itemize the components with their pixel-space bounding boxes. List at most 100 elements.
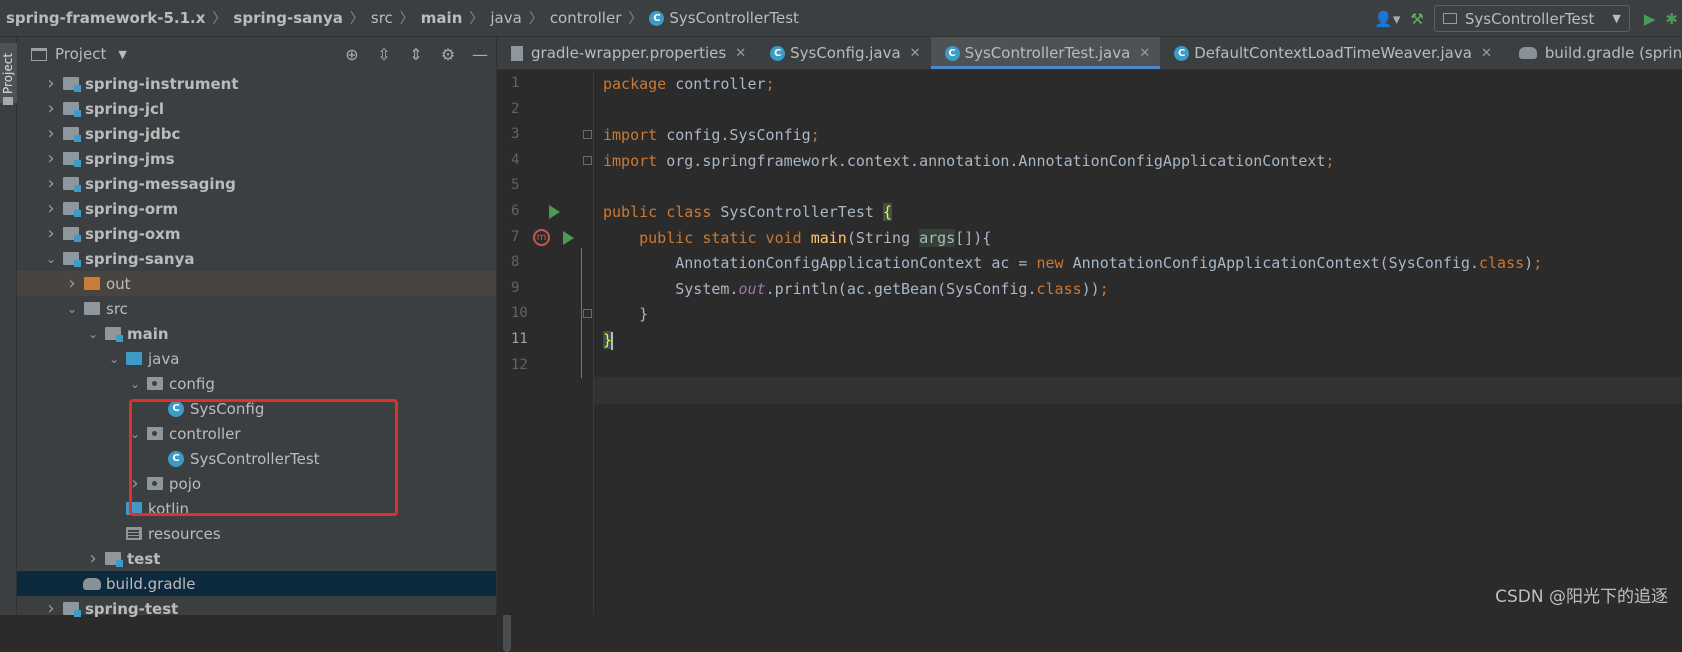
highlight-box — [129, 399, 398, 516]
chevron-right-icon[interactable]: › — [43, 198, 59, 219]
chevron-right-icon[interactable]: › — [43, 148, 59, 169]
tree-item[interactable]: ⌄ src — [17, 296, 496, 321]
editor: gradle-wrapper.properties ✕ C SysConfig.jav… — [496, 37, 1682, 615]
breadcrumb-separator-icon: 〉 — [528, 11, 543, 27]
build-hammer-icon[interactable]: ⚒ — [1410, 6, 1423, 32]
code-line[interactable]: public static void main(String args[]){ — [603, 225, 991, 252]
run-method-icon[interactable] — [563, 230, 574, 245]
line-number: 10 — [511, 305, 528, 322]
tree-item-label: spring-jdbc — [85, 124, 181, 143]
code-line[interactable]: } — [603, 301, 648, 328]
close-icon[interactable]: ✕ — [910, 46, 921, 61]
chevron-right-icon[interactable]: › — [43, 173, 59, 194]
code-line[interactable]: } — [603, 327, 614, 354]
chevron-down-icon[interactable]: ▼ — [118, 48, 126, 61]
code-token: import — [603, 126, 667, 145]
code-line[interactable]: AnnotationConfigApplicationContext ac = … — [603, 250, 1542, 277]
tree-item[interactable]: › spring-orm — [17, 196, 496, 221]
run-class-icon[interactable] — [549, 205, 560, 219]
tree-item[interactable]: ⌄ main — [17, 321, 496, 346]
locate-target-icon[interactable]: ⊕ — [336, 45, 368, 64]
tree-item[interactable]: resources — [17, 521, 496, 546]
code-token: ) — [1524, 254, 1534, 273]
tree-item[interactable]: › spring-oxm — [17, 221, 496, 246]
tree-item[interactable]: › out — [17, 271, 496, 296]
chevron-down-icon[interactable]: ⌄ — [85, 327, 101, 341]
tree-item[interactable]: build.gradle — [17, 571, 496, 596]
chevron-down-icon: ▼ — [1612, 12, 1621, 25]
hide-minus-icon[interactable]: — — [464, 45, 496, 64]
tab-label: SysConfig.java — [790, 44, 901, 62]
chevron-right-icon[interactable]: › — [43, 98, 59, 119]
tree-item[interactable]: › spring-instrument — [17, 71, 496, 96]
folder-icon — [126, 527, 142, 540]
editor-tabs: gradle-wrapper.properties ✕ C SysConfig.jav… — [497, 37, 1682, 70]
chevron-down-icon[interactable]: ⌄ — [64, 302, 80, 316]
close-icon[interactable]: ✕ — [735, 46, 746, 61]
chevron-down-icon[interactable]: ⌄ — [127, 377, 143, 391]
editor-tab[interactable]: gradle-wrapper.properties ✕ — [497, 37, 756, 69]
breadcrumb-item[interactable]: C SysControllerTest — [649, 9, 799, 27]
tree-item[interactable]: ⌄ java — [17, 346, 496, 371]
tree-item[interactable]: ⌄ spring-sanya — [17, 246, 496, 271]
line-number: 9 — [511, 279, 520, 296]
breadcrumb-item[interactable]: main — [421, 9, 463, 27]
expand-all-icon[interactable]: ⇳ — [368, 45, 400, 64]
module-folder-icon — [63, 102, 81, 117]
debug-bug-icon[interactable]: ✱ — [1665, 6, 1678, 32]
line-number: 2 — [511, 100, 520, 117]
code-line[interactable]: import org.springframework.context.annot… — [603, 148, 1335, 175]
tree-item[interactable]: › spring-test — [17, 596, 496, 621]
breadcrumb-item[interactable]: src — [371, 9, 393, 27]
tree-item-label: out — [106, 274, 131, 293]
project-panel-title: Project — [55, 45, 107, 63]
tree-item[interactable]: › spring-jcl — [17, 96, 496, 121]
tree-item[interactable]: › spring-jdbc — [17, 121, 496, 146]
breadcrumb-item[interactable]: spring-sanya — [233, 9, 342, 27]
editor-tab[interactable]: C SysControllerTest.java ✕ — [930, 37, 1161, 69]
breadcrumb-item[interactable]: java — [490, 9, 521, 27]
chevron-right-icon[interactable]: › — [43, 223, 59, 244]
run-configuration-select[interactable]: SysControllerTest ▼ — [1433, 5, 1630, 32]
breakpoint-icon[interactable]: m — [533, 228, 550, 246]
tree-item[interactable]: › test — [17, 546, 496, 571]
fold-icon[interactable] — [583, 309, 592, 319]
collapse-all-icon[interactable]: ⇕ — [400, 45, 432, 64]
editor-tab[interactable]: build.gradle (spring) — [1502, 37, 1682, 69]
gradle-icon — [1518, 47, 1537, 59]
tree-item-label: test — [127, 549, 161, 568]
chevron-down-icon[interactable]: ⌄ — [106, 352, 122, 366]
chevron-right-icon[interactable]: › — [43, 123, 59, 144]
fold-icon[interactable] — [583, 155, 592, 165]
fold-icon[interactable] — [583, 130, 592, 140]
code-token: package — [603, 75, 676, 93]
breadcrumb-item[interactable]: spring-framework-5.1.x — [6, 9, 205, 27]
tree-item[interactable]: › spring-messaging — [17, 171, 496, 196]
watermark: CSDN @阳光下的追逐 — [1495, 587, 1668, 607]
tree-item[interactable]: › spring-jms — [17, 146, 496, 171]
chevron-right-icon[interactable]: › — [43, 73, 59, 94]
tree-item-label: java — [148, 349, 180, 368]
close-icon[interactable]: ✕ — [1139, 46, 1150, 61]
project-tool-window-button[interactable]: Project — [0, 43, 17, 103]
editor-tab[interactable]: C SysConfig.java ✕ — [756, 37, 930, 69]
tree-item-label: resources — [148, 524, 221, 543]
code-token: System. — [603, 279, 739, 298]
chevron-right-icon[interactable]: › — [85, 548, 101, 569]
breadcrumb-item[interactable]: controller — [550, 9, 622, 27]
structure-icon[interactable] — [3, 97, 13, 105]
close-icon[interactable]: ✕ — [1481, 46, 1492, 61]
code-line[interactable]: public class SysControllerTest { — [603, 199, 892, 226]
gear-icon[interactable]: ⚙ — [432, 45, 464, 64]
code-line[interactable]: import config.SysConfig; — [603, 122, 820, 149]
chevron-right-icon[interactable]: › — [64, 273, 80, 294]
run-icon[interactable]: ▶ — [1644, 6, 1656, 32]
class-icon: C — [649, 11, 665, 26]
chevron-right-icon[interactable]: › — [43, 598, 59, 619]
user-dropdown-icon[interactable]: 👤▾ — [1374, 6, 1400, 32]
code-line[interactable]: package controller; — [603, 71, 775, 98]
tree-item[interactable]: ⌄ config — [17, 371, 496, 396]
editor-tab[interactable]: C DefaultContextLoadTimeWeaver.java ✕ — [1160, 37, 1502, 69]
chevron-down-icon[interactable]: ⌄ — [43, 252, 59, 266]
code-line[interactable]: System.out.println(ac.getBean(SysConfig.… — [603, 276, 1109, 303]
